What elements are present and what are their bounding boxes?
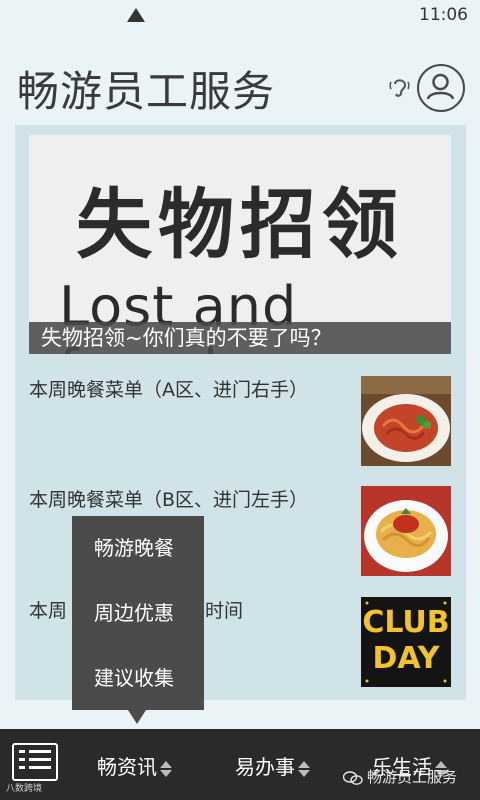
list-item-title-head: 本周 xyxy=(29,600,68,622)
banner-caption: 失物招领~你们真的不要了吗？ xyxy=(29,322,451,354)
page-title: 畅游员工服务 xyxy=(17,67,276,116)
sort-arrows-icon xyxy=(160,759,172,779)
wechat-icon xyxy=(343,770,363,785)
scroll-up-arrow-icon[interactable] xyxy=(127,8,145,22)
nav-item-label: 易办事 xyxy=(235,755,295,779)
nav-item-news[interactable]: 畅资讯 xyxy=(97,751,172,780)
list-item-title: 本周晚餐菜单（B区、进门左手） xyxy=(29,489,309,511)
bottom-nav: 畅资讯 易办事 乐生活 xyxy=(0,729,480,800)
profile-avatar-icon[interactable] xyxy=(417,64,465,112)
popup-item-nearby-deals[interactable]: 周边优惠 xyxy=(72,581,204,645)
nav-item-label: 畅资讯 xyxy=(97,755,157,779)
list-item-title-tail: 时间 xyxy=(205,600,244,622)
sort-arrows-icon xyxy=(298,759,310,779)
list-item-title: 本周晚餐菜单（A区、进门右手） xyxy=(29,379,308,401)
popup-item-dinner[interactable]: 畅游晚餐 xyxy=(72,516,204,580)
pasta-icon xyxy=(361,376,451,466)
keyboard-menu-icon[interactable] xyxy=(12,743,58,781)
hearing-icon[interactable] xyxy=(389,75,411,99)
popup-pointer xyxy=(128,710,146,724)
watermark-text: 畅游员工服务 xyxy=(367,768,458,786)
banner-title-cn: 失物招领 xyxy=(76,180,404,269)
spaghetti-icon xyxy=(361,486,451,576)
lost-and-found-banner[interactable]: 失物招领 Lost and found 失物招领~你们真的不要了吗？ xyxy=(29,135,451,354)
club-day-icon: CLUB DAY xyxy=(361,597,451,687)
status-bar: 11:06 xyxy=(0,0,480,32)
corner-watermark: 八数跨境 xyxy=(6,784,43,794)
club-day-text: CLUB DAY xyxy=(362,605,450,676)
wechat-watermark: 畅游员工服务 xyxy=(343,766,457,787)
popup-menu: 畅游晚餐 周边优惠 建议收集 xyxy=(72,516,204,710)
status-time: 11:06 xyxy=(419,5,468,25)
list-item[interactable]: 本周晚餐菜单（A区、进门右手） xyxy=(29,376,451,468)
popup-item-suggestions[interactable]: 建议收集 xyxy=(72,646,204,710)
nav-item-services[interactable]: 易办事 xyxy=(235,751,310,780)
